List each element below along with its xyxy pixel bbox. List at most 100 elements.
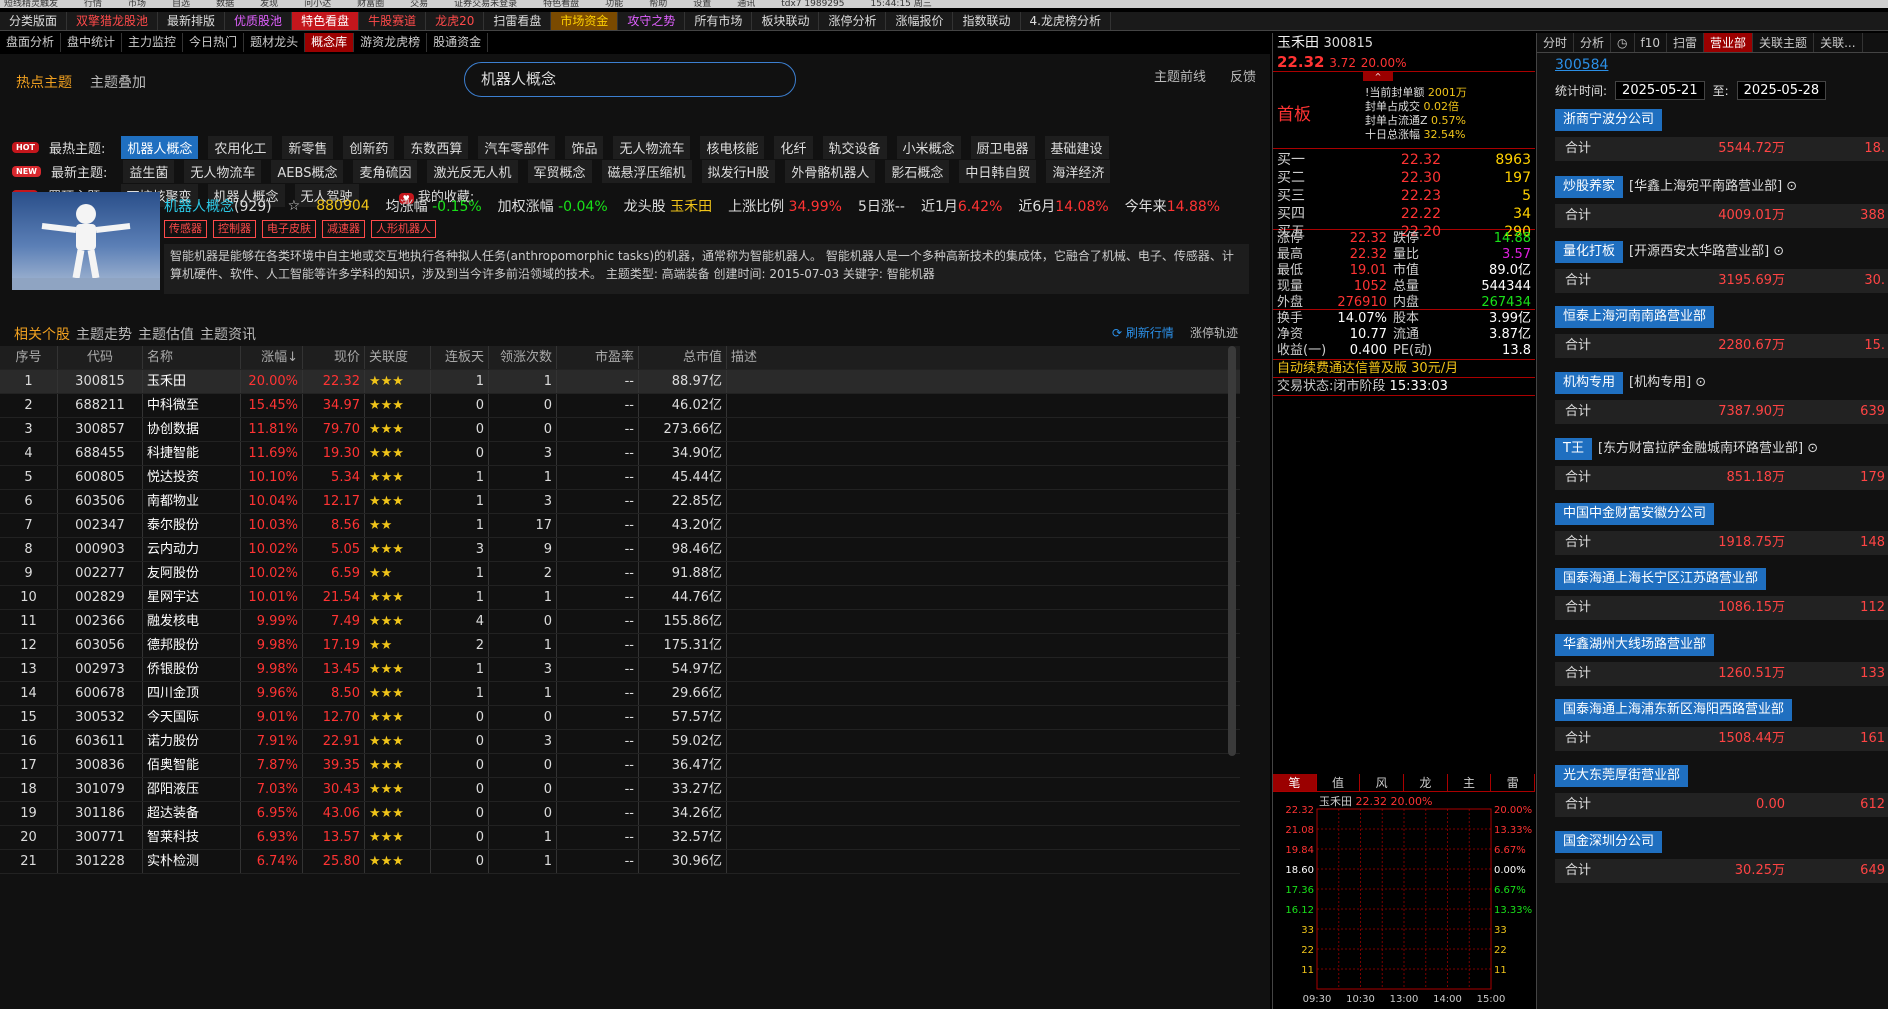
broker-item[interactable]: 中国中金财富安徽分公司 合计 1918.75万 148 [1555, 502, 1888, 555]
table-row[interactable]: 19 301186 超达装备 6.95% 43.06 ★★★ 0 0 -- 34.26亿 [0, 802, 1240, 826]
top-tab[interactable]: 分类版面 [0, 12, 68, 30]
theme-tag[interactable]: 影石概念 [885, 159, 950, 183]
theme-tag[interactable]: 磁悬浮压缩机 [601, 159, 692, 183]
top-tab[interactable]: 指数联动 [953, 12, 1021, 30]
top-tab[interactable]: 牛股赛道 [359, 12, 427, 30]
theme-tag[interactable]: 化纤 [774, 135, 813, 159]
top-tab[interactable]: 优质股池 [225, 12, 293, 30]
right-tab[interactable]: 关联... [1814, 33, 1863, 52]
table-row[interactable]: 1 300815 玉禾田 20.00% 22.32 ★★★ 1 1 -- 88.97亿 [0, 370, 1240, 394]
broker-item[interactable]: 国泰海通上海长宁区江苏路营业部 合计 1086.15万 112 [1555, 568, 1888, 621]
hot-theme-tab[interactable]: 热点主题 [16, 72, 72, 92]
sub-tab[interactable]: 概念库 [305, 33, 355, 52]
right-tab[interactable]: 分时 [1537, 33, 1575, 52]
theme-tag[interactable]: 军贸概念 [527, 159, 592, 183]
table-row[interactable]: 11 002366 融发核电 9.99% 7.49 ★★★ 4 0 -- 155.86亿 [0, 610, 1240, 634]
theme-tag[interactable]: 基础建设 [1044, 135, 1109, 159]
right-tab[interactable]: ◷ [1611, 33, 1635, 52]
broker-name[interactable]: 中国中金财富安徽分公司 [1555, 502, 1715, 525]
concept-name[interactable]: 机器人概念(929) [164, 196, 272, 216]
theme-news-tab[interactable]: 主题资讯 [200, 324, 256, 344]
broker-name[interactable]: 华鑫湖州大线场路营业部 [1555, 633, 1715, 656]
menu-item[interactable]: 数据 [216, 0, 234, 8]
theme-tag[interactable]: 拟发行H股 [701, 159, 776, 183]
broker-item[interactable]: 量化打板 [开源西安太华路营业部] ⊙ 合计 3195.69万 30. [1555, 240, 1888, 294]
theme-tag[interactable]: 轨交设备 [822, 135, 887, 159]
sub-tab[interactable]: 盘面分析 [0, 33, 62, 52]
menu-item[interactable]: 证券交易未登录 [454, 0, 517, 8]
theme-tag[interactable]: AEBS概念 [271, 159, 344, 183]
broker-name[interactable]: 国泰海通上海浦东新区海阳西路营业部 [1555, 699, 1793, 722]
menu-item[interactable]: 财富圈 [357, 0, 384, 8]
related-stocks-tab[interactable]: 相关个股 [14, 324, 70, 344]
column-header[interactable]: 关联度 [365, 346, 431, 369]
concept-subtag[interactable]: 传感器 [164, 220, 207, 238]
theme-tag[interactable]: 东数西算 [404, 135, 469, 159]
table-row[interactable]: 15 300532 今天国际 9.01% 12.70 ★★★ 0 0 -- 57.57亿 [0, 706, 1240, 730]
theme-tag[interactable]: 中日韩自贸 [959, 159, 1037, 183]
theme-tag[interactable]: 核电核能 [700, 135, 765, 159]
mini-tab[interactable]: 风 [1360, 774, 1405, 791]
theme-tag[interactable]: 小米概念 [896, 135, 961, 159]
right-tab[interactable]: 营业部 [1704, 33, 1754, 52]
top-tab[interactable]: 所有市场 [685, 12, 753, 30]
concept-subtag[interactable]: 人形机器人 [371, 220, 436, 238]
broker-item[interactable]: T王 [东方财富拉萨金融城南环路营业部] ⊙ 合计 851.18万 179 [1555, 437, 1888, 490]
theme-tag[interactable]: 汽车零部件 [478, 135, 556, 159]
menu-item[interactable]: 交易 [410, 0, 428, 8]
column-header[interactable]: 总市值 [639, 346, 727, 369]
theme-tag[interactable]: 农用化工 [208, 135, 273, 159]
broker-item[interactable]: 华鑫湖州大线场路营业部 合计 1260.51万 133 [1555, 633, 1888, 686]
menu-item[interactable]: 特色看盘 [543, 0, 579, 8]
table-row[interactable]: 6 603506 南都物业 10.04% 12.17 ★★★ 1 3 -- 22.85亿 [0, 490, 1240, 514]
top-tab[interactable]: 扫雷看盘 [484, 12, 552, 30]
table-row[interactable]: 7 002347 泰尔股份 10.03% 8.56 ★★ 1 17 -- 43.20亿 [0, 514, 1240, 538]
menu-item[interactable]: 通讯 [737, 0, 755, 8]
collapse-icon[interactable]: ^ [1363, 72, 1393, 81]
theme-search-input[interactable]: 机器人概念 [464, 62, 796, 97]
sub-tab[interactable]: 题材龙头 [244, 33, 306, 52]
top-tab[interactable]: 攻守之势 [618, 12, 686, 30]
broker-item[interactable]: 国泰海通上海浦东新区海阳西路营业部 合计 1508.44万 161 [1555, 699, 1888, 752]
top-tab[interactable]: 双擎猎龙股池 [67, 12, 159, 30]
sub-tab[interactable]: 盘中统计 [61, 33, 123, 52]
table-row[interactable]: 13 002973 侨银股份 9.98% 13.45 ★★★ 1 3 -- 54.97亿 [0, 658, 1240, 682]
theme-tag[interactable]: 新零售 [282, 135, 334, 159]
sub-tab[interactable]: 主力监控 [122, 33, 184, 52]
table-row[interactable]: 21 301228 实朴检测 6.74% 25.80 ★★★ 0 1 -- 30.96亿 [0, 850, 1240, 874]
broker-name[interactable]: 恒泰上海河南南路营业部 [1555, 305, 1715, 328]
broker-item[interactable]: 炒股养家 [华鑫上海宛平南路营业部] ⊙ 合计 4009.01万 388 [1555, 175, 1888, 228]
concept-subtag[interactable]: 减速器 [322, 220, 365, 238]
column-header[interactable]: 市盈率 [557, 346, 639, 369]
broker-name[interactable]: 国泰海通上海长宁区江苏路营业部 [1555, 568, 1767, 591]
table-row[interactable]: 2 688211 中科微至 15.45% 34.97 ★★★ 0 0 -- 46.02亿 [0, 394, 1240, 418]
mini-tab[interactable]: 龙 [1404, 774, 1448, 791]
column-header[interactable]: 现价 [303, 346, 365, 369]
broker-item[interactable]: 浙商宁波分公司 合计 5544.72万 18. [1555, 109, 1888, 161]
top-tab[interactable]: 市场资金 [551, 12, 619, 30]
menu-item[interactable]: 行情 [84, 0, 102, 8]
broker-item[interactable]: 光大东莞厚街营业部 合计 0.00 612 [1555, 765, 1888, 817]
menu-item[interactable]: 短线精灵触发 [4, 0, 58, 8]
table-scrollbar[interactable] [1228, 346, 1236, 756]
broker-name[interactable]: 浙商宁波分公司 [1555, 109, 1663, 131]
menu-item[interactable]: 15:44:15 周三 [870, 0, 931, 8]
column-header[interactable]: 序号 [0, 346, 58, 369]
broker-name[interactable]: 国金深圳分公司 [1555, 830, 1663, 853]
theme-tag[interactable]: 创新药 [343, 135, 395, 159]
menu-item[interactable]: 帮助 [649, 0, 667, 8]
theme-tag[interactable]: 海洋经济 [1046, 159, 1111, 183]
top-tab[interactable]: 板块联动 [752, 12, 820, 30]
sub-tab[interactable]: 股通资金 [427, 33, 489, 52]
date-from-input[interactable]: 2025-05-21 [1615, 81, 1705, 100]
broker-name[interactable]: 光大东莞厚街营业部 [1555, 765, 1689, 787]
table-row[interactable]: 5 600805 悦达投资 10.10% 5.34 ★★★ 1 1 -- 45.44亿 [0, 466, 1240, 490]
promo-line[interactable]: 自动续费通达信普及版 30元/月 [1273, 360, 1535, 378]
top-tab[interactable]: 最新排版 [158, 12, 226, 30]
broker-name[interactable]: 炒股养家 [1555, 175, 1624, 198]
right-tab[interactable]: 关联主题 [1753, 33, 1815, 52]
menu-item[interactable]: 自选 [172, 0, 190, 8]
theme-tag[interactable]: 厨卫电器 [970, 135, 1035, 159]
broker-item[interactable]: 机构专用 [机构专用] ⊙ 合计 7387.90万 639 [1555, 371, 1888, 425]
table-row[interactable]: 17 300836 佰奥智能 7.87% 39.35 ★★★ 0 0 -- 36.47亿 [0, 754, 1240, 778]
